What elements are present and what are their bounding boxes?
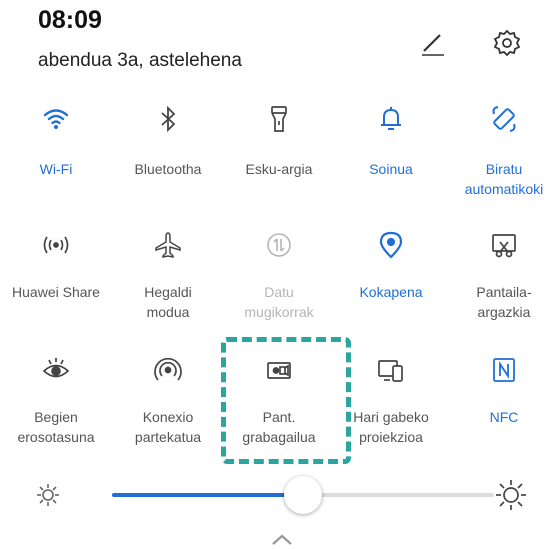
tile-label: Biratu automatikoki [464, 161, 544, 197]
quick-setting-tile[interactable]: Datu mugikorrak [224, 230, 334, 324]
quick-setting-tile[interactable]: Esku-argia [224, 104, 334, 201]
screen-recorder-highlight [221, 337, 351, 464]
tile-label: NFC [489, 409, 519, 425]
eye-comfort-icon [42, 358, 70, 378]
quick-setting-tile[interactable]: Pantaila-argazkia [449, 230, 556, 324]
quick-setting-tile[interactable]: Bluetootha [113, 104, 223, 201]
quick-setting-tile[interactable]: Begien erosotasuna [1, 355, 111, 449]
settings-gear-icon[interactable] [492, 28, 522, 58]
quick-setting-tile[interactable]: Hari gabeko proiekzioa [336, 355, 446, 449]
quick-setting-tile[interactable]: Hegaldi modua [113, 230, 223, 324]
quick-setting-tile[interactable]: Biratu automatikoki [449, 104, 556, 201]
flashlight-icon [271, 106, 287, 132]
auto-rotate-icon [492, 106, 516, 132]
airplane-icon [155, 232, 181, 258]
bell-icon [381, 107, 401, 130]
edit-icon[interactable] [418, 29, 448, 59]
tile-label: Esku-argia [245, 161, 313, 177]
quick-setting-tile[interactable]: Soinua [336, 104, 446, 201]
screenshot-icon [492, 234, 516, 258]
tile-label: Kokapena [359, 284, 423, 300]
wifi-icon [43, 109, 69, 129]
tile-label: Datu mugikorrak [244, 284, 314, 320]
location-icon [379, 231, 403, 259]
quick-setting-tile[interactable]: Kokapena [336, 230, 446, 324]
status-date: abendua 3a, astelehena [38, 50, 242, 71]
tile-label: Soinua [369, 161, 413, 177]
brightness-high-icon [496, 480, 526, 510]
brightness-slider-thumb[interactable] [284, 476, 322, 514]
hotspot-icon [154, 357, 182, 381]
bluetooth-icon [161, 105, 176, 133]
status-time: 08:09 [38, 6, 102, 34]
quick-setting-tile[interactable]: Wi-Fi [1, 104, 111, 201]
chevron-up-icon[interactable] [270, 532, 294, 546]
tile-label: Pantaila-argazkia [476, 284, 532, 320]
mobile-data-icon [267, 233, 291, 257]
nfc-icon [493, 358, 515, 382]
quick-setting-tile[interactable]: Konexio partekatua [113, 355, 223, 449]
huawei-share-icon [43, 236, 69, 254]
quick-setting-tile[interactable]: NFC [449, 355, 556, 449]
brightness-slider-fill [112, 493, 303, 497]
brightness-low-icon [37, 484, 59, 506]
wireless-projection-icon [378, 360, 403, 382]
quick-setting-tile[interactable]: Huawei Share [1, 230, 111, 324]
